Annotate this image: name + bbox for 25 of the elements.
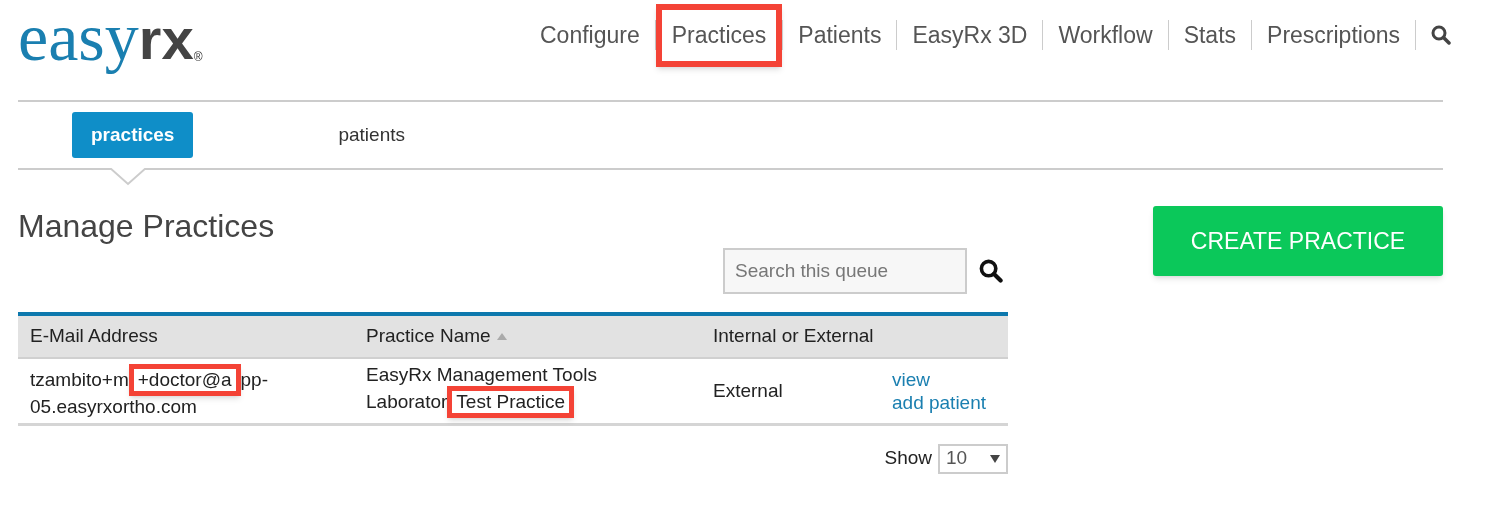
page-size-select[interactable]: 10 xyxy=(938,443,1008,474)
table-cell: External xyxy=(713,379,783,401)
nav-link[interactable]: Configure xyxy=(525,18,655,53)
logo[interactable]: easyrx® xyxy=(18,2,203,72)
column-header[interactable]: Practice Name xyxy=(366,322,507,351)
nav-link[interactable]: EasyRx 3D xyxy=(897,18,1043,53)
search-icon[interactable] xyxy=(979,259,1003,283)
nav-link[interactable]: Practices xyxy=(655,4,783,67)
highlight-callout: +doctor@a xyxy=(128,363,241,396)
search-field[interactable]: Search this queue xyxy=(723,248,967,294)
search-icon[interactable] xyxy=(1431,25,1451,46)
column-header[interactable]: E-Mail Address xyxy=(30,322,158,351)
highlight-callout: Test Practice xyxy=(447,385,575,418)
nav-link[interactable]: Patients xyxy=(783,18,897,53)
show-label: Show xyxy=(884,446,932,471)
nav-link[interactable]: Prescriptions xyxy=(1252,18,1415,53)
column-header[interactable]: Internal or External xyxy=(713,322,874,351)
page-title: Manage Practices xyxy=(18,207,275,246)
action-link[interactable]: view xyxy=(892,368,930,390)
action-link[interactable]: add patient xyxy=(892,391,987,413)
subtab[interactable]: practices xyxy=(72,111,194,159)
subtab[interactable]: patients xyxy=(319,111,424,159)
nav-link[interactable]: Workflow xyxy=(1043,18,1168,53)
nav-link[interactable]: Stats xyxy=(1168,18,1252,53)
caret-icon xyxy=(990,454,1000,463)
